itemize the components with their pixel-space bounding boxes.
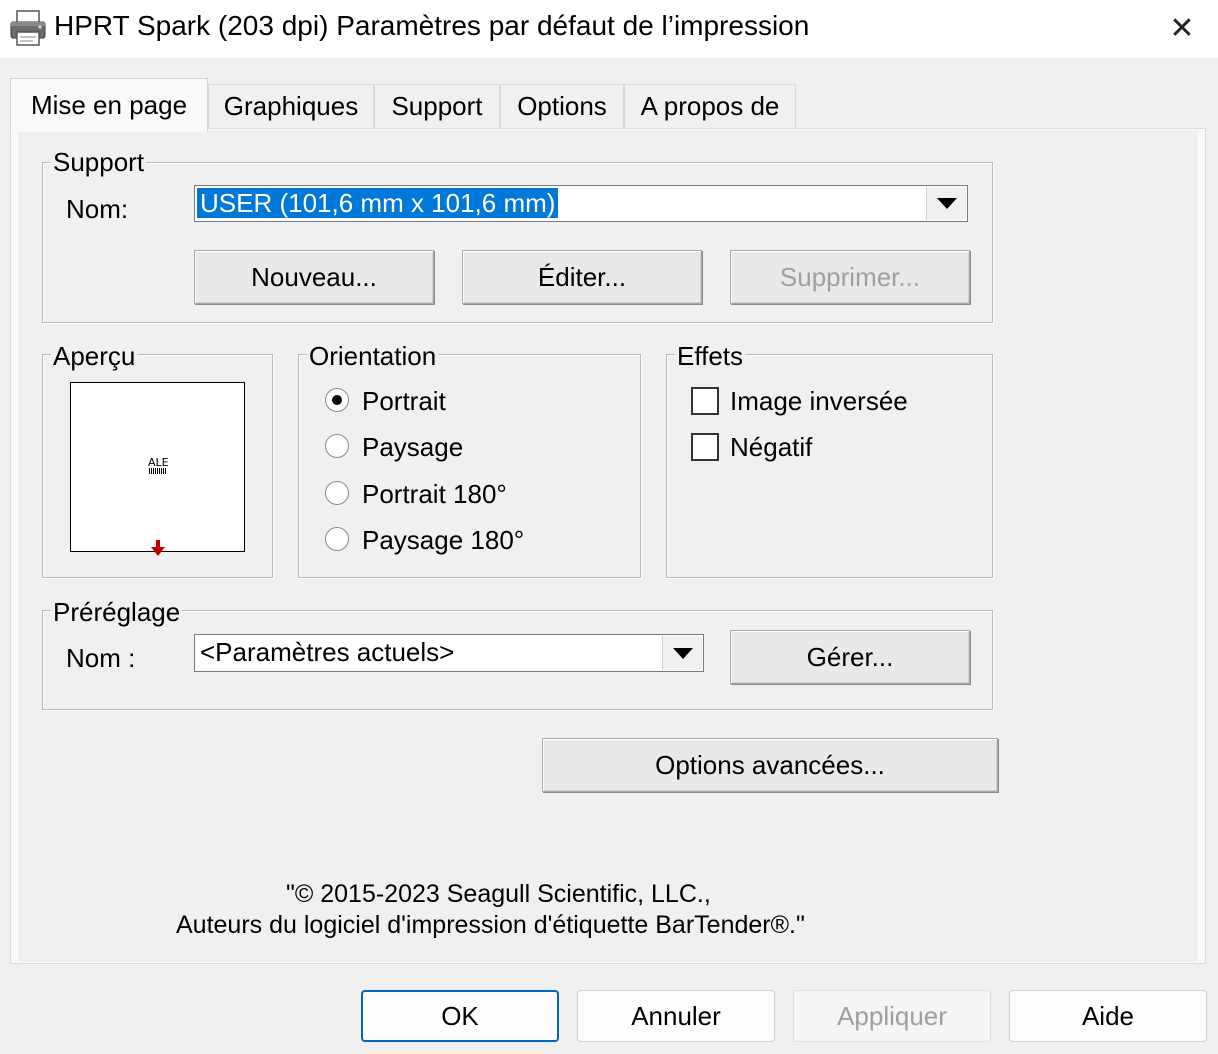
close-button[interactable]: ✕: [1158, 6, 1206, 50]
radio-selected-dot: [332, 395, 342, 405]
landscape-180-radio-label[interactable]: Paysage 180°: [362, 525, 524, 555]
preset-name-value: <Paramètres actuels>: [200, 637, 455, 667]
orientation-group-legend: Orientation: [307, 341, 439, 371]
portrait-180-radio-label[interactable]: Portrait 180°: [362, 479, 507, 509]
preset-name-label: Nom :: [66, 643, 136, 673]
tab-label: Graphiques: [223, 91, 359, 121]
window-title: HPRT Spark (203 dpi) Paramètres par défa…: [54, 10, 810, 41]
support-group-legend: Support: [51, 147, 147, 177]
feed-direction-arrow-icon: [151, 540, 165, 561]
printer-icon: [8, 8, 48, 48]
tab-graphiques[interactable]: Graphiques: [208, 84, 374, 128]
inverted-image-checkbox[interactable]: [691, 387, 719, 415]
landscape-radio-label[interactable]: Paysage: [362, 432, 463, 462]
cancel-button[interactable]: Annuler: [577, 990, 775, 1042]
delete-support-button[interactable]: Supprimer...: [730, 250, 970, 304]
tab-a-propos[interactable]: A propos de: [624, 84, 796, 128]
tab-mise-en-page[interactable]: Mise en page: [10, 78, 208, 132]
help-button[interactable]: Aide: [1009, 990, 1207, 1042]
preset-group-legend: Préréglage: [51, 597, 183, 627]
copyright-line-2: Auteurs du logiciel d'impression d'étiqu…: [176, 911, 805, 939]
copyright-line-1: "© 2015-2023 Seagull Scientific, LLC.,: [286, 880, 711, 908]
landscape-radio[interactable]: [325, 434, 349, 458]
preview-group-legend: Aperçu: [51, 341, 138, 371]
support-name-label: Nom:: [66, 194, 129, 224]
support-name-dropdown-button[interactable]: [926, 187, 966, 220]
preset-name-combobox[interactable]: <Paramètres actuels>: [194, 634, 704, 672]
close-icon: ✕: [1169, 11, 1195, 45]
edit-support-button[interactable]: Éditer...: [462, 250, 702, 304]
tab-label: Support: [391, 91, 483, 121]
portrait-180-radio[interactable]: [325, 481, 349, 505]
tab-support[interactable]: Support: [374, 84, 500, 128]
chevron-down-icon: [672, 647, 693, 659]
landscape-180-radio[interactable]: [325, 527, 349, 551]
manage-presets-button[interactable]: Gérer...: [730, 630, 970, 684]
preset-dropdown-button[interactable]: [662, 636, 702, 670]
apply-button[interactable]: Appliquer: [793, 990, 991, 1042]
tab-label: A propos de: [640, 91, 780, 121]
tab-label: Options: [517, 91, 607, 121]
negative-label[interactable]: Négatif: [730, 432, 812, 462]
tab-options[interactable]: Options: [500, 84, 624, 128]
support-name-value: USER (101,6 mm x 101,6 mm): [197, 188, 559, 218]
new-support-button[interactable]: Nouveau...: [194, 250, 434, 304]
tab-label: Mise en page: [30, 90, 188, 120]
negative-checkbox[interactable]: [691, 433, 719, 461]
advanced-options-button[interactable]: Options avancées...: [542, 738, 998, 792]
ok-button[interactable]: OK: [361, 990, 559, 1042]
portrait-radio-label[interactable]: Portrait: [362, 386, 446, 416]
support-name-combobox[interactable]: USER (101,6 mm x 101,6 mm): [194, 185, 968, 222]
chevron-down-icon: [936, 198, 957, 209]
inverted-image-label[interactable]: Image inversée: [730, 386, 908, 416]
effects-group-legend: Effets: [675, 341, 746, 371]
barcode-icon: [149, 468, 167, 474]
preview-label-text: ALE: [148, 456, 169, 469]
portrait-radio[interactable]: [325, 388, 349, 412]
